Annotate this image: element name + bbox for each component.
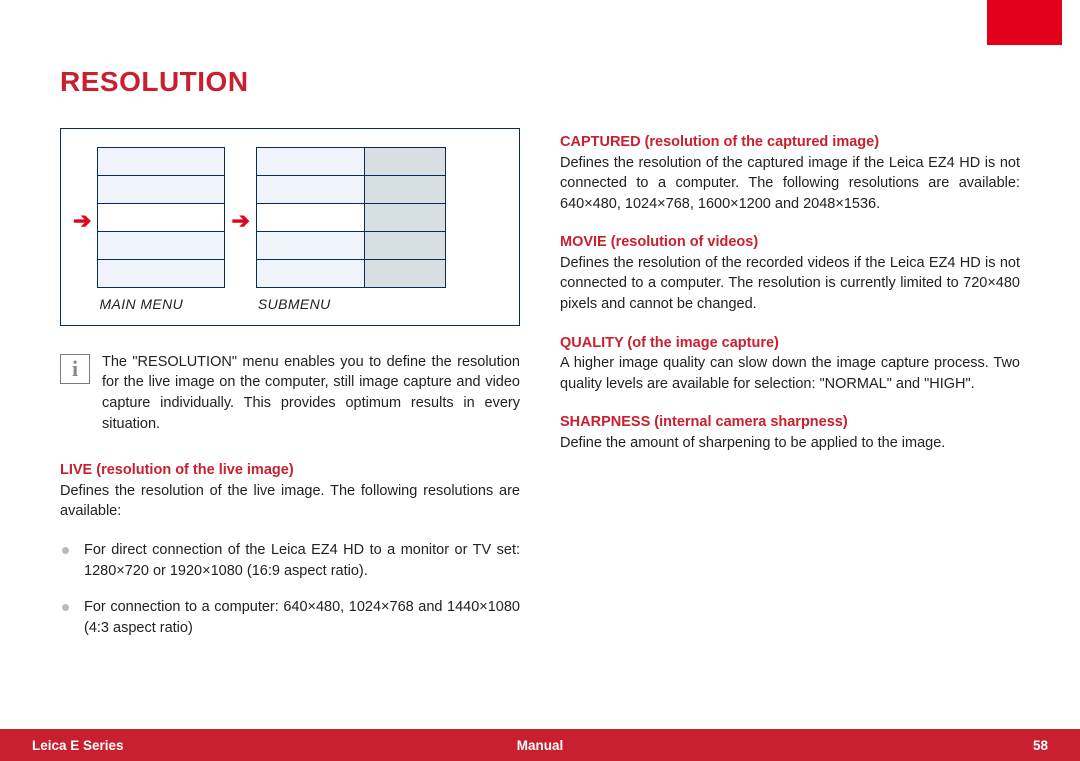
menu-diagram: ➔ MAIN MENU ➔	[60, 128, 520, 326]
footer-page-number: 58	[1033, 738, 1048, 753]
live-body: Defines the resolution of the live image…	[60, 481, 520, 522]
right-column: CAPTURED (resolution of the captured ima…	[560, 128, 1020, 654]
footer-center: Manual	[517, 738, 564, 753]
captured-heading: CAPTURED (resolution of the captured ima…	[560, 132, 1020, 153]
movie-heading: MOVIE (resolution of videos)	[560, 232, 1020, 253]
page-footer: Leica E Series Manual 58	[0, 729, 1080, 761]
sharpness-heading: SHARPNESS (internal camera sharpness)	[560, 412, 1020, 433]
arrow-right-icon: ➔	[71, 210, 93, 232]
main-menu-table: MAIN MENU	[97, 147, 225, 315]
movie-body: Defines the resolution of the recorded v…	[560, 253, 1020, 315]
intro-text: The "RESOLUTION" menu enables you to def…	[102, 352, 520, 434]
quality-heading: QUALITY (of the image capture)	[560, 333, 1020, 354]
live-bullets: For direct connection of the Leica EZ4 H…	[60, 540, 520, 638]
page-content: RESOLUTION ➔ MAIN MENU	[0, 0, 1080, 654]
quality-body: A higher image quality can slow down the…	[560, 353, 1020, 394]
info-paragraph: i The "RESOLUTION" menu enables you to d…	[60, 352, 520, 434]
info-icon: i	[60, 354, 90, 384]
left-column: ➔ MAIN MENU ➔	[60, 128, 520, 654]
main-menu-label: MAIN MENU	[97, 295, 225, 315]
page-title: RESOLUTION	[60, 66, 1020, 98]
brand-tab	[987, 0, 1062, 45]
live-heading: LIVE (resolution of the live image)	[60, 460, 520, 481]
footer-left: Leica E Series	[32, 738, 124, 753]
arrow-right-icon: ➔	[229, 210, 251, 232]
sub-menu-table: SUBMENU	[256, 147, 446, 315]
list-item: For connection to a computer: 640×480, 1…	[60, 597, 520, 638]
sharpness-body: Define the amount of sharpening to be ap…	[560, 433, 1020, 454]
captured-body: Defines the resolution of the captured i…	[560, 153, 1020, 215]
list-item: For direct connection of the Leica EZ4 H…	[60, 540, 520, 581]
sub-menu-label: SUBMENU	[256, 295, 446, 315]
